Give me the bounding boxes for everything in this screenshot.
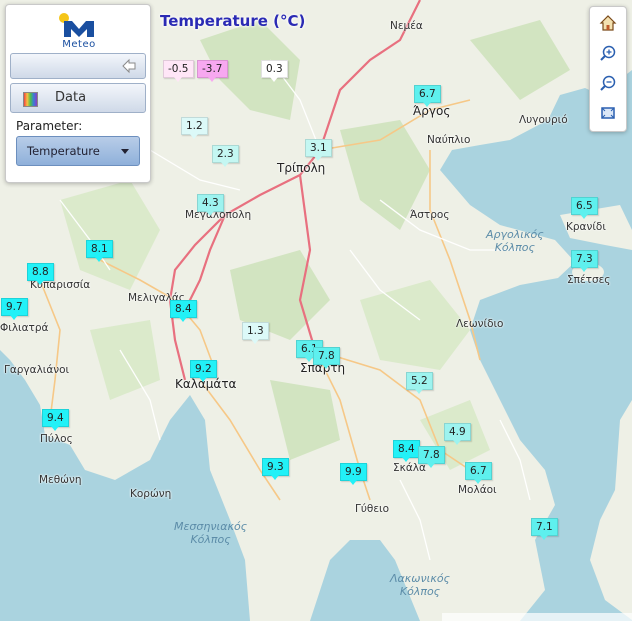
temperature-marker[interactable]: 1.2 (181, 117, 208, 139)
temperature-marker[interactable]: 7.3 (571, 250, 598, 272)
temperature-marker[interactable]: 8.4 (393, 440, 420, 462)
zoom-in-icon (600, 45, 616, 61)
chevron-down-icon (121, 149, 129, 154)
attribution-bar (442, 613, 632, 621)
temperature-marker[interactable]: 6.5 (571, 197, 598, 219)
temperature-marker[interactable]: -0.5 (163, 60, 194, 82)
temperature-marker[interactable]: 1.3 (242, 322, 269, 344)
temperature-marker[interactable]: 6.7 (414, 85, 441, 107)
place-label: Πύλος (40, 433, 73, 445)
temperature-marker[interactable]: 9.4 (42, 409, 69, 431)
place-label: Άστρος (410, 209, 450, 221)
home-button[interactable] (595, 11, 621, 35)
control-panel: Meteo Data Parameter: Temperature (5, 4, 151, 183)
place-label: Μεθώνη (39, 474, 82, 486)
temperature-marker[interactable]: 9.2 (190, 360, 217, 382)
temperature-marker[interactable]: 7.1 (531, 518, 558, 540)
sea-label: Λακωνικός Κόλπος (390, 572, 451, 598)
full-extent-icon (601, 107, 615, 119)
parameter-select-value: Temperature (27, 144, 100, 158)
place-label: Κορώνη (130, 488, 172, 500)
logo-icon (59, 13, 94, 37)
map-controls (589, 6, 627, 132)
temperature-marker[interactable]: 9.9 (340, 463, 367, 485)
place-label: Λυγουριό (519, 114, 568, 126)
parameter-select[interactable]: Temperature (16, 136, 140, 166)
data-button[interactable]: Data (10, 83, 146, 113)
temperature-marker[interactable]: 5.2 (406, 372, 433, 394)
place-label: Κρανίδι (566, 221, 606, 233)
temperature-marker[interactable]: 8.4 (170, 300, 197, 322)
back-button[interactable] (10, 53, 146, 79)
zoom-out-button[interactable] (595, 71, 621, 95)
sea-label: Αργολικός Κόλπος (486, 228, 544, 254)
temperature-marker[interactable]: 6.7 (465, 462, 492, 484)
temperature-marker[interactable]: -3.7 (197, 60, 228, 82)
place-label: Γύθειο (355, 503, 390, 515)
place-label: Φιλιατρά (0, 322, 49, 334)
zoom-out-icon (600, 75, 616, 91)
temperature-marker[interactable]: 7.8 (418, 446, 445, 468)
place-label: Λεωνίδιο (456, 318, 504, 330)
temperature-marker[interactable]: 0.3 (261, 60, 288, 82)
arrow-left-icon (122, 58, 136, 74)
data-button-label: Data (55, 90, 87, 105)
temperature-marker[interactable]: 4.3 (197, 194, 224, 216)
place-label: Ναύπλιο (427, 134, 471, 146)
home-icon (599, 15, 617, 31)
temperature-marker[interactable]: 8.8 (27, 263, 54, 285)
temperature-marker[interactable]: 4.9 (444, 423, 471, 445)
place-label: Μολάοι (458, 484, 497, 496)
temperature-marker[interactable]: 8.1 (86, 240, 113, 262)
place-label: Άργος (413, 104, 451, 118)
place-label: Σπέτσες (567, 274, 611, 286)
temperature-marker[interactable]: 9.3 (262, 458, 289, 480)
parameter-label: Parameter: (16, 119, 83, 133)
chart-icon (23, 92, 38, 107)
place-label: Νεμέα (390, 20, 423, 32)
temperature-marker[interactable]: 2.3 (212, 145, 239, 167)
zoom-in-button[interactable] (595, 41, 621, 65)
map-title: Temperature (°C) (160, 12, 306, 30)
place-label: Τρίπολη (277, 161, 326, 175)
temperature-marker[interactable]: 9.7 (1, 298, 28, 320)
temperature-marker[interactable]: 3.1 (305, 139, 332, 161)
place-label: Γαργαλιάνοι (4, 364, 70, 376)
meteo-logo: Meteo (56, 11, 102, 51)
temperature-marker[interactable]: 7.8 (313, 347, 340, 369)
sea-label: Μεσσηνιακός Κόλπος (174, 520, 248, 546)
zoom-extent-button[interactable] (595, 101, 621, 125)
logo-text: Meteo (62, 39, 96, 50)
